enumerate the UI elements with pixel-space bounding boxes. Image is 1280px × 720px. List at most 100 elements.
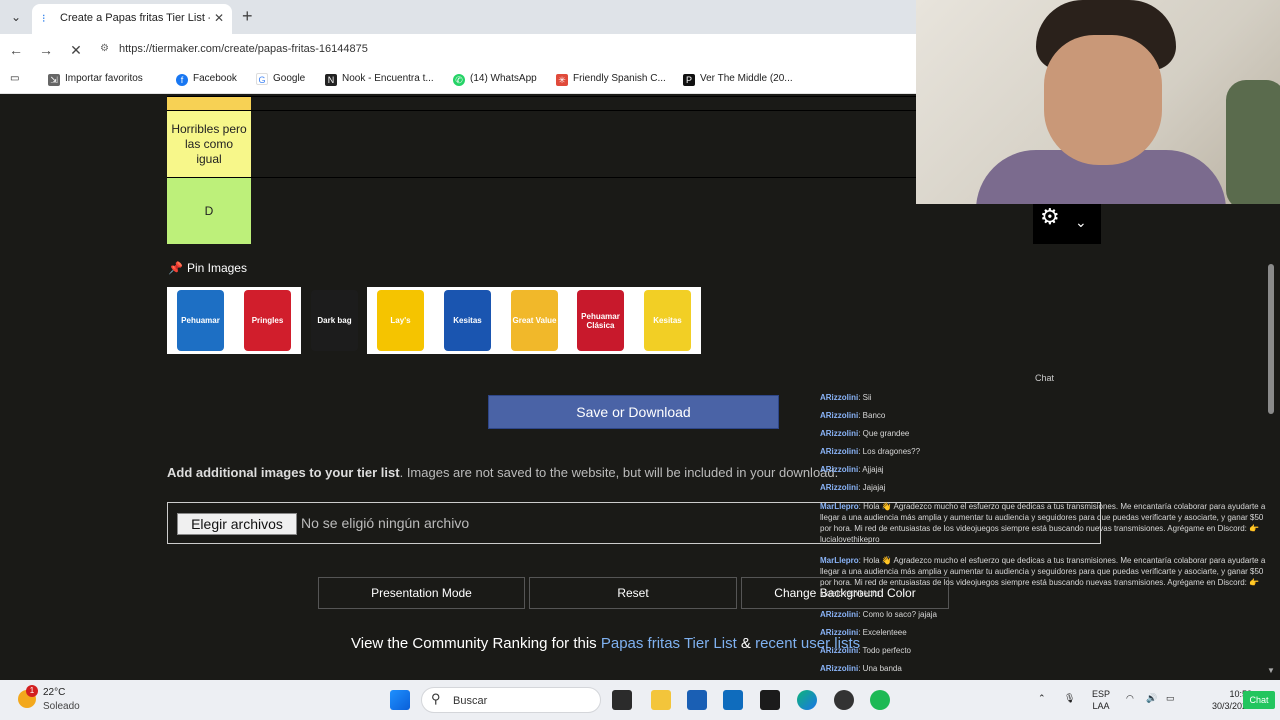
task-view-icon[interactable] (612, 690, 632, 710)
tab-search-icon[interactable]: ⌄ (6, 7, 26, 27)
scroll-thumb[interactable] (1268, 264, 1274, 414)
weather-condition[interactable]: Soleado (43, 701, 80, 712)
pool-image[interactable]: Kesitas (634, 287, 701, 354)
windows-taskbar: 1 22°C Soleado ⚲ Buscar ⌃ 🎙 ESP LAA ◠ 🔊 ▭… (0, 680, 1280, 720)
choose-files-button[interactable]: Elegir archivos (177, 513, 297, 535)
whatsapp-icon: ✆ (453, 74, 465, 86)
tier-row: D (167, 177, 927, 244)
bookmark-label: Friendly Spanish C... (573, 73, 666, 84)
volume-icon[interactable]: 🔊 (1146, 692, 1157, 704)
chat-text: : Sii (858, 393, 872, 402)
language-indicator[interactable]: ESP LAA (1092, 688, 1110, 712)
tier-drop-zone[interactable] (251, 111, 927, 177)
chat-username: ARizzolini (820, 447, 859, 456)
chip-bag: Pehuamar (177, 290, 224, 351)
lang-bottom: LAA (1092, 701, 1110, 711)
chat-message: MarLlepro: Hola 👋 Agradezco mucho el esf… (820, 555, 1268, 597)
bookmark-label: (14) WhatsApp (470, 73, 537, 84)
bookmark-sidebar-icon[interactable]: ▭ (10, 73, 19, 84)
tier-drop-zone[interactable] (251, 178, 927, 244)
nook-icon: N (325, 74, 337, 86)
chat-username: MarLlepro (820, 556, 859, 565)
pool-image[interactable]: Pehuamar (167, 287, 234, 354)
tab-close-icon[interactable]: ✕ (214, 11, 224, 25)
stop-loading-icon[interactable]: ✕ (66, 40, 86, 60)
tier-settings[interactable]: ⚙ ⌄ (1033, 204, 1101, 244)
file-explorer-icon[interactable] (651, 690, 671, 710)
chat-toggle-button[interactable]: Chat (1243, 691, 1275, 709)
browser-navbar: ← → ✕ ⚙ https://tiermaker.com/create/pap… (0, 34, 918, 66)
pool-image[interactable]: Pehuamar Clásica (567, 287, 634, 354)
gear-icon[interactable]: ⚙ (1040, 204, 1060, 230)
bookmark-label: Importar favoritos (65, 73, 143, 84)
pool-image[interactable]: Great Value (501, 287, 568, 354)
chat-username: ARizzolini (820, 429, 859, 438)
add-images-text: Add additional images to your tier list.… (167, 465, 907, 480)
tray-chevron-icon[interactable]: ⌃ (1038, 692, 1046, 704)
pool-image[interactable]: Pringles (234, 287, 301, 354)
address-bar[interactable]: ⚙ https://tiermaker.com/create/papas-fri… (92, 38, 912, 62)
new-tab-icon[interactable]: + (242, 6, 253, 26)
facebook-icon: f (176, 74, 188, 86)
bookmark-the-middle[interactable]: P Ver The Middle (20... (683, 73, 793, 86)
microphone-icon[interactable]: 🎙 (1064, 692, 1075, 704)
bookmark-whatsapp[interactable]: ✆ (14) WhatsApp (453, 73, 537, 86)
chat-message: ARizzolini: Los dragones?? (820, 446, 1268, 457)
page-scrollbar[interactable]: ▼ (1264, 204, 1280, 676)
community-ranking-text: View the Community Ranking for this Papa… (351, 635, 860, 652)
bookmark-label: Google (273, 73, 306, 84)
notification-badge: 1 (26, 685, 38, 697)
bookmark-friendly-spanish[interactable]: ✳ Friendly Spanish C... (556, 73, 666, 86)
pool-image[interactable]: Dark bag (301, 287, 368, 354)
tier-label[interactable]: D (167, 178, 251, 244)
bookmark-google[interactable]: G Google (256, 73, 305, 85)
pool-image[interactable]: Kesitas (434, 287, 501, 354)
chip-bag: Pehuamar Clásica (577, 290, 624, 351)
tier-list-link[interactable]: Papas fritas Tier List (601, 635, 737, 652)
p-icon: P (683, 74, 695, 86)
forward-icon[interactable]: → (36, 40, 56, 60)
taskbar-search[interactable]: ⚲ Buscar (421, 687, 601, 713)
obs-icon[interactable] (834, 690, 854, 710)
import-icon: ⇲ (48, 74, 60, 86)
chat-text: : Excelenteee (858, 628, 907, 637)
edge-icon[interactable] (797, 690, 817, 710)
site-info-icon[interactable]: ⚙ (100, 43, 109, 54)
chat-text: : Ajjajaj (858, 465, 884, 474)
browser-tab[interactable]: ⁝ Create a Papas fritas Tier List - Tier… (32, 4, 232, 34)
spotify-icon[interactable] (870, 690, 890, 710)
bookmark-label: Facebook (193, 73, 237, 84)
tier-label[interactable]: Horribles pero las como igual (167, 111, 251, 177)
bookmark-nook[interactable]: N Nook - Encuentra t... (325, 73, 434, 86)
presentation-mode-button[interactable]: Presentation Mode (318, 577, 525, 609)
bookmark-importar[interactable]: ⇲ Importar favoritos (48, 73, 143, 86)
windows-start-icon[interactable] (390, 690, 410, 710)
wifi-icon[interactable]: ◠ (1126, 692, 1134, 704)
bookmark-facebook[interactable]: f Facebook (176, 73, 237, 86)
community-prefix: View the Community Ranking for this (351, 635, 601, 652)
tier-label[interactable] (167, 97, 251, 110)
chat-username: ARizzolini (820, 465, 859, 474)
save-download-button[interactable]: Save or Download (488, 395, 779, 429)
outlook-icon[interactable] (723, 690, 743, 710)
chevron-down-icon[interactable]: ⌄ (1075, 214, 1087, 231)
back-icon[interactable]: ← (6, 40, 26, 60)
community-middle: & (736, 635, 756, 652)
tab-loading-icon: ⁝ (42, 13, 46, 25)
store-icon[interactable] (687, 690, 707, 710)
chat-text: : Hola 👋 Agradezco mucho el esfuerzo que… (820, 502, 1266, 543)
search-label: Buscar (453, 695, 488, 707)
chat-username: ARizzolini (820, 664, 859, 673)
pool-image[interactable]: Lay's (367, 287, 434, 354)
battery-icon[interactable]: ▭ (1166, 692, 1175, 704)
pin-images-toggle[interactable]: 📌 Pin Images (168, 261, 247, 275)
tier-drop-zone[interactable] (251, 97, 927, 110)
reset-button[interactable]: Reset (529, 577, 737, 609)
chat-username: ARizzolini (820, 393, 859, 402)
amazon-icon[interactable] (760, 690, 780, 710)
chip-bag: Kesitas (444, 290, 491, 351)
address-url: https://tiermaker.com/create/papas-frita… (119, 43, 368, 55)
chat-username: MarLlepro (820, 502, 859, 511)
chat-message: ARizzolini: Como lo saco? jajaja (820, 609, 1268, 620)
weather-temp[interactable]: 22°C (43, 687, 65, 698)
